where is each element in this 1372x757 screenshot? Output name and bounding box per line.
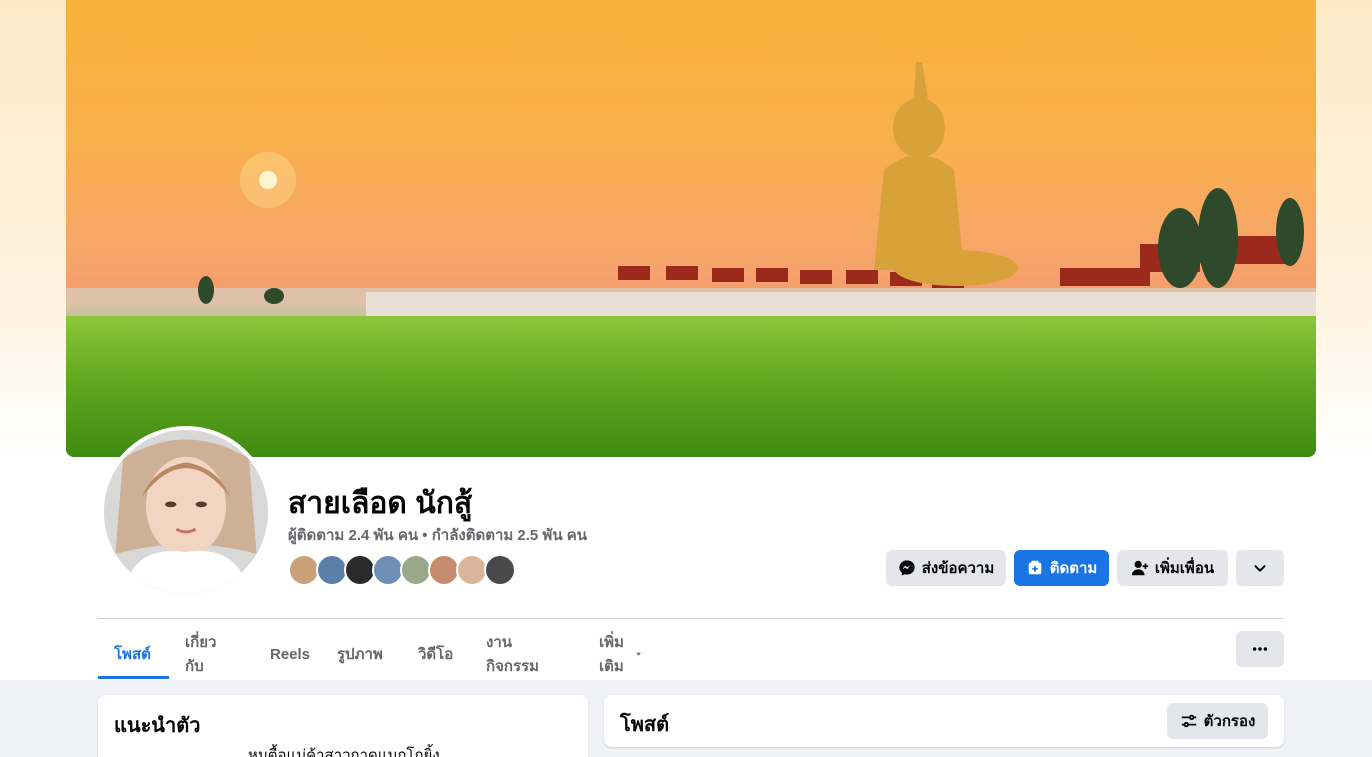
tab-events[interactable]: งานกิจกรรม xyxy=(486,628,539,680)
caret-down-icon xyxy=(635,652,641,656)
chevron-down-icon xyxy=(1254,565,1266,572)
tab-videos[interactable]: วิดีโอ xyxy=(418,628,453,680)
follow-button-label: ติดตาม xyxy=(1049,560,1098,577)
profile-dropdown-button[interactable] xyxy=(1236,550,1284,586)
message-button[interactable]: ส่งข้อความ xyxy=(886,550,1006,586)
more-options-button[interactable] xyxy=(1236,631,1284,667)
add-friend-icon xyxy=(1131,560,1149,576)
filter-button[interactable]: ตัวกรอง xyxy=(1167,703,1268,739)
posts-card: โพสต์ ตัวกรอง xyxy=(604,695,1284,747)
add-friend-button[interactable]: เพิ่มเพื่อน xyxy=(1117,550,1228,586)
cover-photo[interactable] xyxy=(66,0,1316,457)
profile-name: สายเลือด นักสู้ xyxy=(288,487,473,520)
add-friend-button-label: เพิ่มเพื่อน xyxy=(1154,560,1215,577)
follow-icon xyxy=(1028,560,1042,575)
posts-title: โพสต์ xyxy=(620,714,670,736)
intro-card: แนะนำตัว หมูตื้อแม่ค้าสาวกาดแมกโกยิ้ง xyxy=(98,695,588,757)
filter-icon xyxy=(1181,714,1196,728)
tab-reels[interactable]: Reels xyxy=(270,628,310,680)
message-button-label: ส่งข้อความ xyxy=(921,560,995,577)
tab-more-label: เพิ่มเติม xyxy=(599,634,624,675)
intro-bio: หมูตื้อแม่ค้าสาวกาดแมกโกยิ้ง xyxy=(248,747,440,757)
tab-more[interactable]: เพิ่มเติม xyxy=(599,628,642,680)
header-divider xyxy=(98,618,1284,619)
profile-photo-illustration xyxy=(104,430,268,594)
tab-about[interactable]: เกี่ยวกับ xyxy=(185,628,216,680)
messenger-icon xyxy=(899,560,915,576)
intro-title: แนะนำตัว xyxy=(114,715,201,737)
filter-button-label: ตัวกรอง xyxy=(1203,713,1256,730)
active-tab-indicator xyxy=(98,676,169,679)
ellipsis-icon xyxy=(1252,647,1268,651)
follow-button[interactable]: ติดตาม xyxy=(1014,550,1109,586)
profile-avatar[interactable] xyxy=(100,426,272,598)
friend-avatar[interactable] xyxy=(484,554,516,586)
tab-posts[interactable]: โพสต์ xyxy=(114,628,151,680)
tab-photos[interactable]: รูปภาพ xyxy=(337,628,383,680)
follow-stats[interactable]: ผู้ติดตาม 2.4 พัน คน • กำลังติดตาม 2.5 พ… xyxy=(288,523,587,547)
cover-photo-scene xyxy=(66,62,1316,457)
